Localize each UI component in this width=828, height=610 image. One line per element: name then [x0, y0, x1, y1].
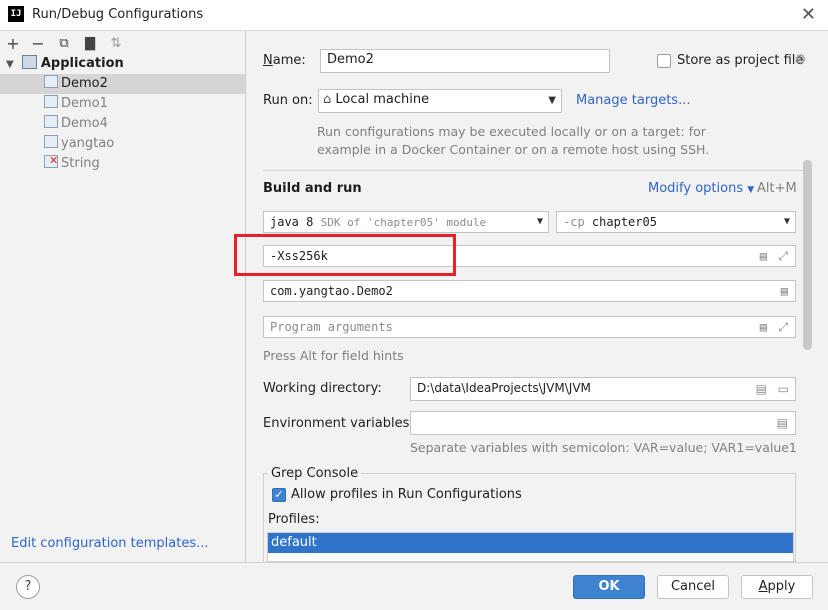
document-icon[interactable]: ▤	[781, 281, 788, 301]
intellij-logo-icon: IJ	[8, 6, 24, 22]
home-icon: ⌂	[323, 92, 332, 107]
program-arguments-input[interactable]: Program arguments ▤ ⤢	[263, 316, 796, 338]
classpath-select[interactable]: -cp chapter05 ▼	[556, 211, 796, 233]
config-file-icon	[44, 95, 58, 108]
close-icon[interactable]: ✕	[801, 4, 816, 25]
window-title: Run/Debug Configurations	[32, 7, 204, 22]
edit-configuration-templates-link[interactable]: Edit configuration templates...	[11, 536, 209, 551]
allow-profiles-label: Allow profiles in Run Configurations	[291, 487, 522, 502]
gear-icon[interactable]: ⚙	[794, 52, 807, 68]
run-on-label: Run on:	[263, 93, 313, 108]
jdk-select[interactable]: java 8 SDK of 'chapter05' module ▼	[263, 211, 549, 233]
store-as-project-file-checkbox[interactable]	[657, 54, 671, 68]
scrollbar-thumb[interactable]	[803, 160, 812, 350]
tree-item-demo4[interactable]: Demo4	[0, 114, 245, 134]
environment-variables-label: Environment variables:	[263, 416, 414, 431]
store-as-project-file-label: Store as project file	[677, 53, 804, 68]
document-icon[interactable]: ▤	[777, 413, 788, 433]
chevron-down-icon: ▼	[747, 185, 755, 195]
tree-group-application[interactable]: ▼ Application	[0, 54, 245, 74]
main-class-value: com.yangtao.Demo2	[270, 284, 393, 298]
sort-icon[interactable]: ⇅	[106, 34, 126, 54]
tree-group-label: Application	[40, 56, 124, 71]
copy-icon[interactable]: ⧉	[54, 34, 74, 54]
chevron-down-icon: ▼	[783, 216, 790, 227]
folder-icon[interactable]: ▇	[80, 34, 100, 54]
environment-variables-hint: Separate variables with semicolon: VAR=v…	[410, 440, 797, 455]
config-file-icon	[44, 115, 58, 128]
run-on-select[interactable]: ⌂ Local machine ▼	[318, 89, 562, 113]
tree-item-label: String	[61, 156, 100, 171]
build-and-run-heading: Build and run	[263, 181, 362, 196]
ok-button[interactable]: OK	[573, 575, 645, 599]
name-input[interactable]: Demo2	[320, 49, 610, 73]
profiles-label: Profiles:	[268, 512, 320, 527]
name-label-rest: ame:	[272, 53, 306, 68]
apply-button[interactable]: Apply	[741, 575, 813, 599]
tree-item-demo2[interactable]: Demo2	[0, 74, 245, 94]
tree-item-label: Demo2	[61, 76, 108, 91]
chevron-down-icon[interactable]: ▼	[6, 59, 14, 70]
run-on-description-line1: Run configurations may be executed local…	[317, 124, 706, 139]
main-class-input[interactable]: com.yangtao.Demo2 ▤	[263, 280, 796, 302]
tree-item-string[interactable]: ✕ String	[0, 154, 245, 174]
program-arguments-placeholder: Program arguments	[270, 320, 393, 334]
name-label: Name:	[263, 53, 306, 68]
modify-options-shortcut: Alt+M	[757, 181, 797, 196]
allow-profiles-checkbox[interactable]: ✓	[272, 488, 286, 502]
cancel-button[interactable]: Cancel	[657, 575, 729, 599]
expand-icon[interactable]: ⤢	[778, 317, 788, 337]
config-file-icon	[44, 135, 58, 148]
expand-icon[interactable]: ⤢	[778, 246, 788, 266]
modify-options-label: Modify options	[648, 181, 744, 196]
tree-item-label: Demo1	[61, 96, 108, 111]
working-directory-label: Working directory:	[263, 381, 382, 396]
profile-item-default[interactable]: default	[268, 533, 793, 553]
jdk-version: java 8	[270, 215, 314, 229]
document-icon[interactable]: ▤	[760, 317, 767, 337]
tree-item-demo1[interactable]: Demo1	[0, 94, 245, 114]
config-file-icon	[44, 75, 58, 88]
divider	[263, 170, 804, 171]
environment-variables-input[interactable]: ▤	[410, 411, 796, 435]
working-directory-input[interactable]: D:\data\IdeaProjects\JVM\JVM ▤ ▭	[410, 377, 796, 401]
configuration-form: Name: Demo2 Store as project file ⚙ Run …	[246, 31, 828, 573]
config-error-icon: ✕	[44, 154, 58, 168]
chevron-down-icon: ▼	[548, 95, 556, 106]
document-icon[interactable]: ▤	[756, 379, 767, 399]
jdk-description: SDK of 'chapter05' module	[320, 216, 487, 229]
grep-console-heading: Grep Console	[268, 466, 362, 481]
help-icon[interactable]: ?	[16, 575, 40, 599]
run-on-description-line2: example in a Docker Container or on a re…	[317, 142, 710, 157]
document-icon[interactable]: ▤	[760, 246, 767, 266]
working-directory-value: D:\data\IdeaProjects\JVM\JVM	[417, 381, 591, 395]
title-bar: IJ Run/Debug Configurations ✕	[0, 0, 828, 31]
field-hint: Press Alt for field hints	[263, 348, 404, 363]
run-on-value: Local machine	[335, 92, 430, 107]
classpath-value: chapter05	[591, 215, 657, 229]
remove-icon[interactable]: −	[28, 34, 48, 54]
tree-item-yangtao[interactable]: yangtao	[0, 134, 245, 154]
modify-options-link[interactable]: Modify options ▼	[648, 181, 754, 196]
apply-rest: pply	[767, 579, 796, 594]
manage-targets-link[interactable]: Manage targets...	[576, 93, 690, 108]
profiles-list: default	[267, 532, 794, 562]
application-icon	[21, 55, 37, 69]
folder-icon[interactable]: ▭	[778, 379, 789, 399]
chevron-down-icon: ▼	[536, 216, 543, 227]
classpath-flag: -cp	[563, 215, 585, 229]
add-icon[interactable]: +	[3, 34, 23, 54]
tree-item-label: yangtao	[61, 136, 115, 151]
configurations-tree-panel: + − ⧉ ▇ ⇅ ▼ Application Demo2 Demo1 Demo…	[0, 31, 246, 562]
highlight-box	[234, 234, 456, 276]
tree-item-label: Demo4	[61, 116, 108, 131]
